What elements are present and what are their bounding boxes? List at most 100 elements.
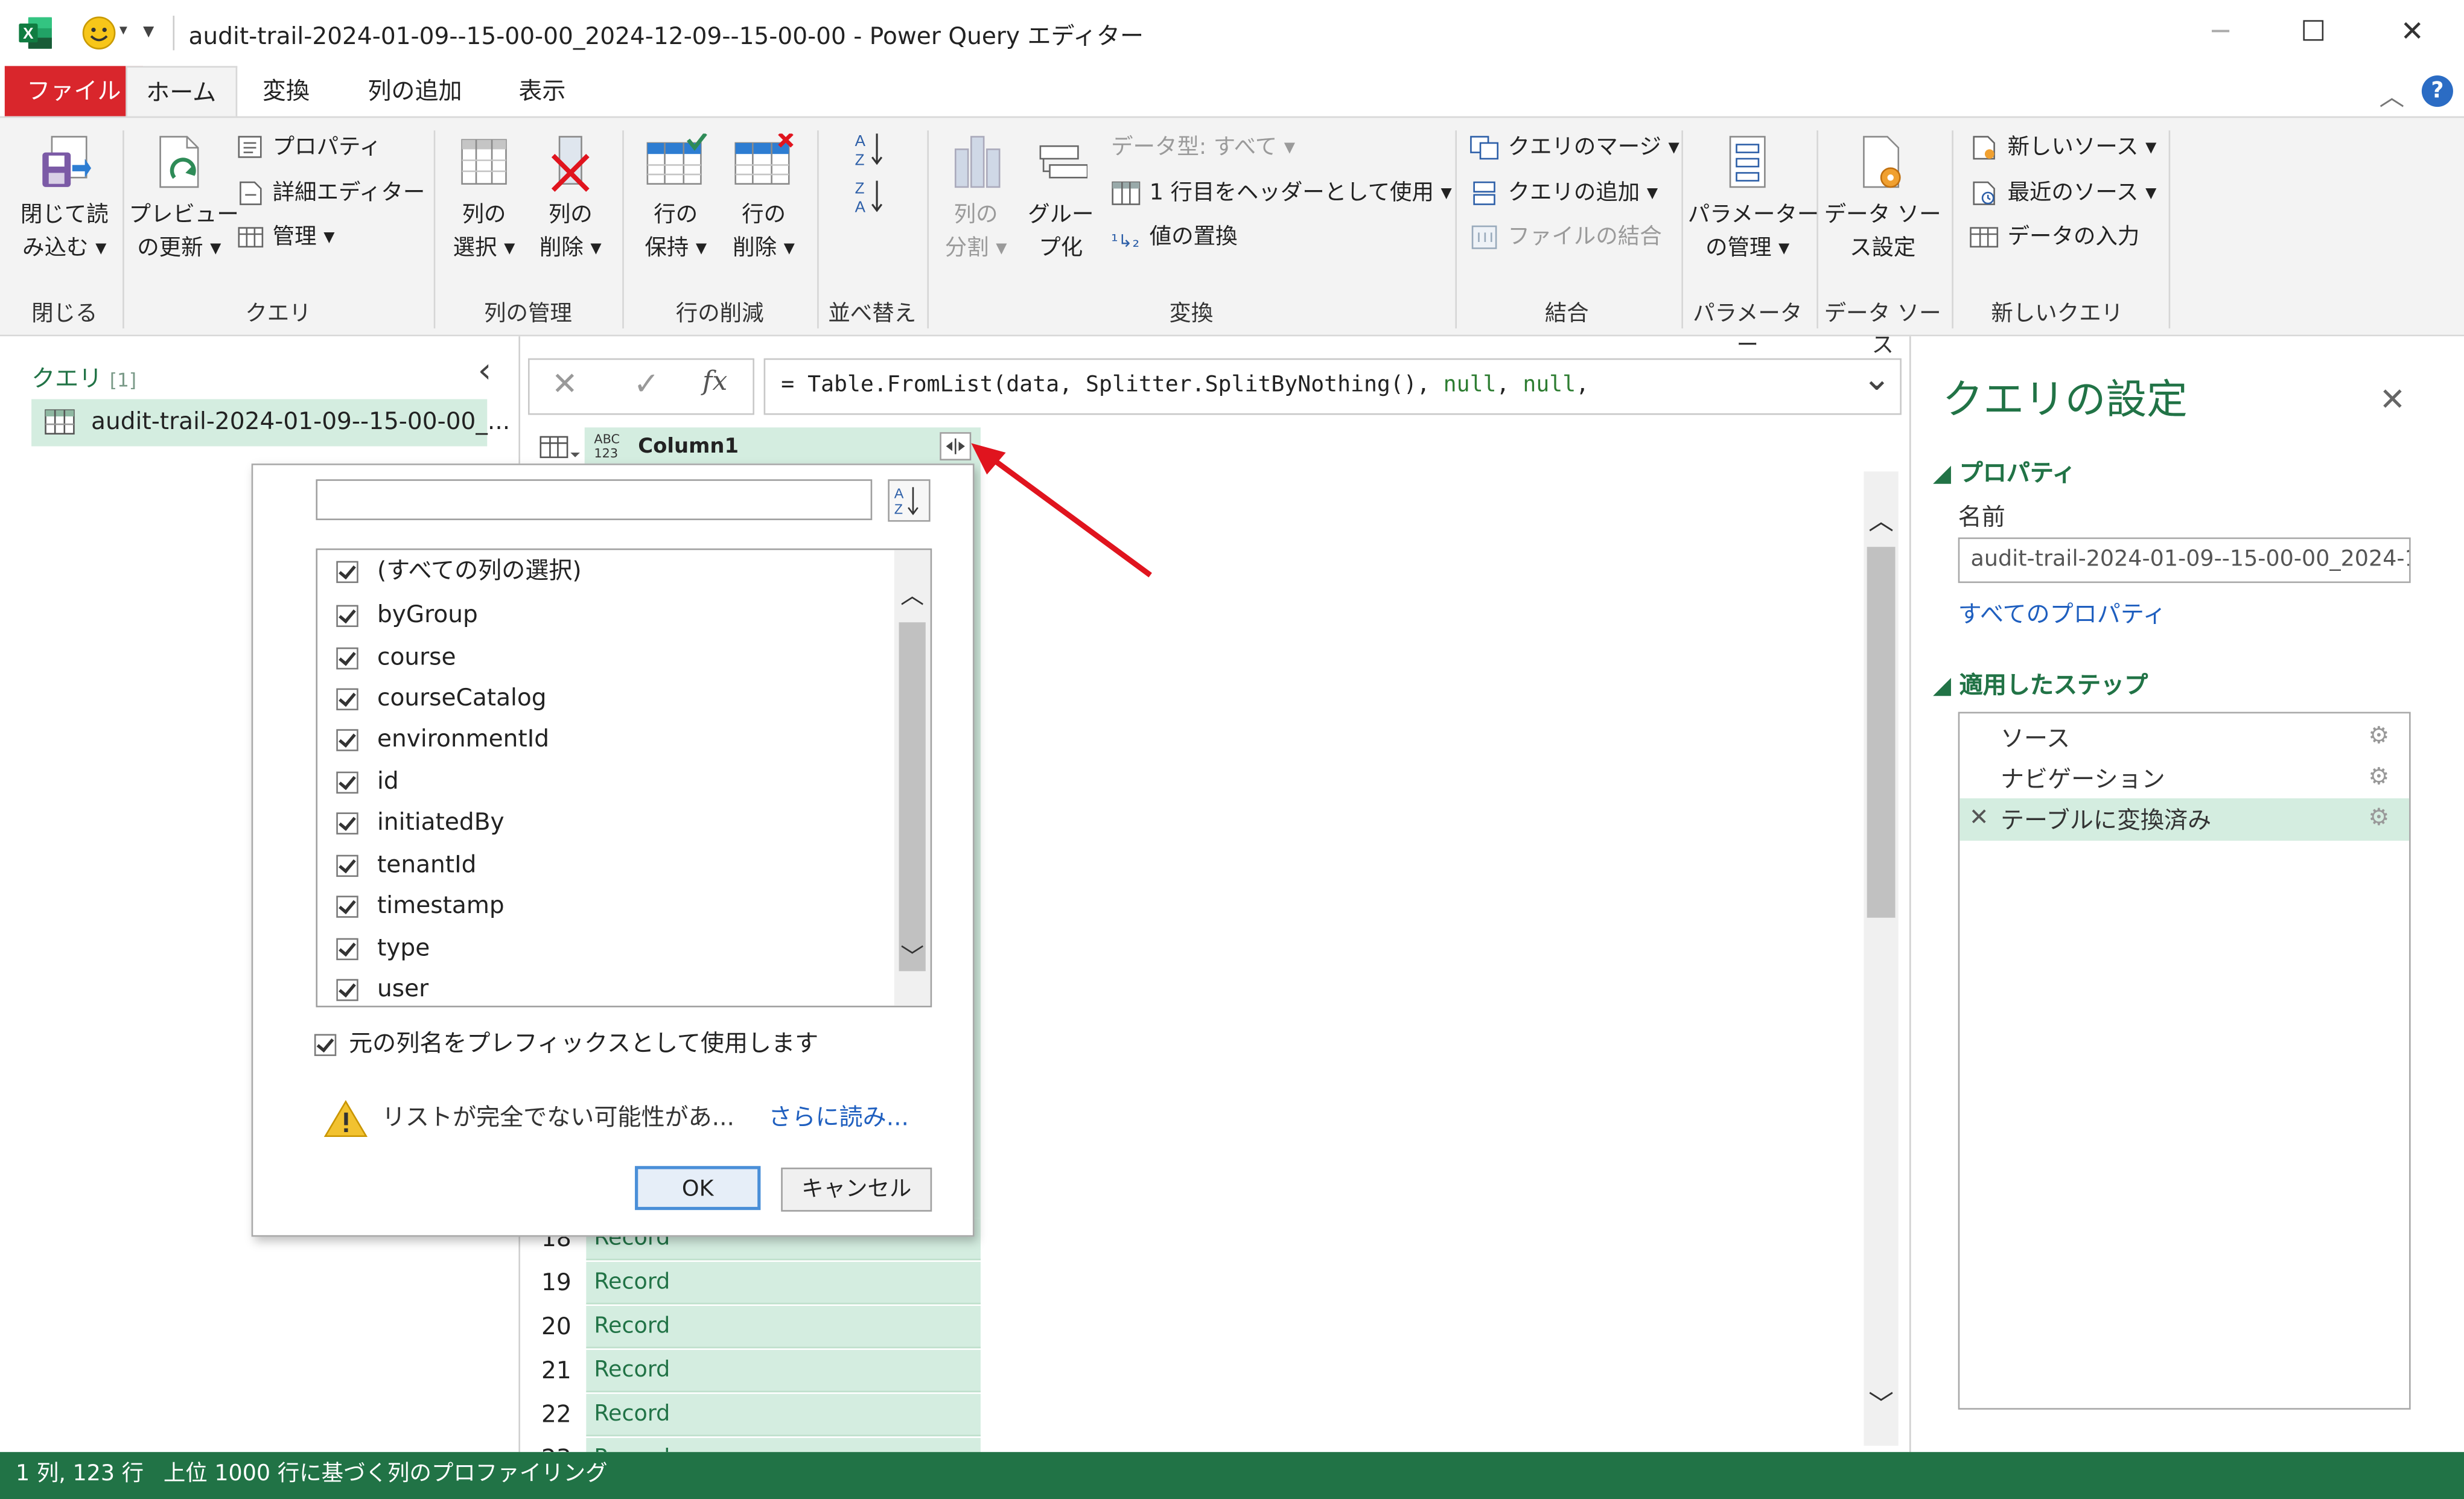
manage-parameters-button[interactable]: パラメーター の管理 ▾ <box>1688 133 1819 266</box>
help-icon[interactable]: ? <box>2421 75 2453 107</box>
keep-rows-button[interactable]: 行の 保持 ▾ <box>635 132 716 266</box>
step-settings-gear-icon[interactable]: ⚙ <box>2368 762 2389 791</box>
step-settings-gear-icon[interactable]: ⚙ <box>2368 803 2389 832</box>
status-profiling[interactable]: 上位 1000 行に基づく列のプロファイリング <box>164 1452 608 1496</box>
group-label-new-query: 新しいクエリ <box>1991 301 2124 327</box>
select-all-columns-checkbox[interactable]: (すべての列の選択) <box>336 550 582 591</box>
column-checkbox-type[interactable]: type <box>336 927 430 968</box>
scroll-down-icon[interactable]: ﹀ <box>1868 1383 1894 1421</box>
remove-columns-button[interactable]: 列の 削除 ▾ <box>531 133 610 266</box>
column-checkbox-bygroup[interactable]: byGroup <box>336 594 478 635</box>
step-item-navigation[interactable]: ナビゲーション ⚙ <box>1959 757 2409 798</box>
close-settings-button[interactable]: ✕ <box>2380 380 2406 418</box>
use-first-row-as-headers-button[interactable]: 1 行目をヘッダーとして使用 ▾ <box>1111 176 1452 211</box>
properties-section-header[interactable]: ◢ プロパティ <box>1933 456 2076 489</box>
list-scroll-thumb[interactable] <box>899 622 926 972</box>
data-source-settings-button[interactable]: データ ソー ス設定 <box>1823 133 1943 266</box>
merge-queries-button[interactable]: クエリのマージ ▾ <box>1469 130 1679 165</box>
all-properties-link[interactable]: すべてのプロパティ <box>1958 597 2166 631</box>
query-list-item[interactable]: audit-trail-2024-01-09--15-00-00_... <box>31 399 510 447</box>
record-link[interactable]: Record <box>586 1349 981 1393</box>
maximize-button[interactable]: ☐ <box>2282 13 2345 54</box>
column-list-scrollbar[interactable]: ︿ ﹀ <box>894 550 931 1006</box>
advanced-editor-button[interactable]: 詳細エディター <box>237 176 425 211</box>
applied-steps-header[interactable]: ◢ 適用したステップ <box>1933 668 2148 701</box>
load-more-link[interactable]: さらに読み... <box>768 1100 909 1133</box>
formula-bar[interactable]: = Table.FromList(data, Splitter.SplitByN… <box>763 358 1902 415</box>
new-source-button[interactable]: 新しいソース ▾ <box>1969 130 2156 165</box>
record-link[interactable]: Record <box>586 1437 981 1453</box>
formula-commit-button[interactable]: ✓ <box>633 364 660 402</box>
table-row[interactable]: 20 Record <box>527 1305 981 1349</box>
sort-descending-button[interactable]: Z A <box>855 177 887 216</box>
column1-header[interactable]: ABC 123 Column1 <box>584 427 981 469</box>
sort-columns-button[interactable]: AZ <box>888 479 931 522</box>
use-prefix-checkbox[interactable]: 元の列名をプレフィックスとして使用します <box>314 1023 818 1064</box>
manage-button[interactable]: 管理 ▾ <box>237 220 335 255</box>
svg-text:Z: Z <box>855 179 865 197</box>
table-menu-button[interactable] <box>527 427 585 469</box>
column-checkbox-coursecatalog[interactable]: courseCatalog <box>336 677 547 718</box>
expand-formula-bar-icon[interactable]: ⌄ <box>1862 360 1891 399</box>
smiley-dropdown-icon[interactable]: ▾ <box>119 22 127 39</box>
tab-file[interactable]: ファイル <box>4 66 144 116</box>
column-type-icon[interactable]: ABC 123 <box>594 432 620 460</box>
qat-customize-dropdown[interactable]: ▾ <box>143 19 154 44</box>
list-scroll-down-icon[interactable]: ﹀ <box>900 940 924 973</box>
grid-scrollbar[interactable]: ︿ ﹀ <box>1864 471 1899 1446</box>
close-and-load-button[interactable]: 閉じて読 み込む ▾ <box>13 133 116 266</box>
table-row[interactable]: 21 Record <box>527 1349 981 1393</box>
record-link[interactable]: Record <box>586 1305 981 1349</box>
formula-cancel-button[interactable]: ✕ <box>552 364 578 402</box>
record-link[interactable]: Record <box>586 1262 981 1305</box>
step-settings-gear-icon[interactable]: ⚙ <box>2368 721 2389 750</box>
tab-transform[interactable]: 変換 <box>244 66 329 116</box>
collapse-queries-pane-button[interactable]: ‹ <box>478 352 492 391</box>
tab-home[interactable]: ホーム <box>126 66 237 118</box>
list-scroll-up-icon[interactable]: ︿ <box>900 578 924 611</box>
table-row[interactable]: 22 Record <box>527 1393 981 1437</box>
ok-button[interactable]: OK <box>635 1166 761 1211</box>
collapse-ribbon-icon[interactable]: ︿ <box>2380 75 2405 113</box>
remove-rows-button[interactable]: 行の 削除 ▾ <box>723 132 804 266</box>
tab-view[interactable]: 表示 <box>500 66 585 116</box>
column-checkbox-id[interactable]: id <box>336 760 399 801</box>
table-row[interactable]: 19 Record <box>527 1262 981 1305</box>
column-checkbox-initiatedby[interactable]: initiatedBy <box>336 801 505 842</box>
query-name-field[interactable]: audit-trail-2024-01-09--15-00-00_2024-12… <box>1958 537 2411 584</box>
combine-files-button[interactable]: ファイルの結合 <box>1469 220 1662 255</box>
ribbon-separator <box>927 130 929 329</box>
query-item-name: audit-trail-2024-01-09--15-00-00_... <box>91 407 511 436</box>
replace-values-button[interactable]: ¹↳₂ 値の置換 <box>1111 220 1238 255</box>
column-checkbox-user[interactable]: user <box>336 968 428 1002</box>
smiley-feedback-icon[interactable] <box>81 16 116 50</box>
table-menu-icon <box>540 436 580 459</box>
column-checkbox-environmentid[interactable]: environmentId <box>336 718 549 759</box>
group-by-button[interactable]: グルー プ化 <box>1022 133 1100 266</box>
table-row[interactable]: 23 Record <box>527 1437 981 1453</box>
close-window-button[interactable]: ✕ <box>2381 13 2443 54</box>
step-item-converted-to-table[interactable]: ✕ テーブルに変換済み ⚙ <box>1959 798 2410 841</box>
column-search-input[interactable] <box>316 479 873 520</box>
sort-ascending-button[interactable]: A Z <box>855 130 887 168</box>
enter-data-button[interactable]: データの入力 <box>1969 220 2139 255</box>
column-checkbox-tenantid[interactable]: tenantId <box>336 844 476 885</box>
minimize-button[interactable]: ─ <box>2189 13 2252 54</box>
cancel-button[interactable]: キャンセル <box>781 1167 932 1212</box>
column-checkbox-course[interactable]: course <box>336 637 456 678</box>
recent-sources-button[interactable]: 最近のソース ▾ <box>1969 176 2156 211</box>
split-column-button[interactable]: 列の 分割 ▾ <box>937 133 1015 266</box>
fx-button[interactable]: fx <box>702 366 727 398</box>
column-checkbox-timestamp[interactable]: timestamp <box>336 885 505 926</box>
refresh-preview-button[interactable]: プレビュー の更新 ▾ <box>129 133 239 266</box>
delete-step-icon[interactable]: ✕ <box>1969 803 1989 832</box>
tab-add-column[interactable]: 列の追加 <box>349 66 481 116</box>
scroll-thumb[interactable] <box>1867 547 1896 918</box>
choose-columns-button[interactable]: 列の 選択 ▾ <box>445 133 523 266</box>
scroll-up-icon[interactable]: ︿ <box>1868 500 1894 537</box>
properties-button[interactable]: プロパティ <box>237 130 381 165</box>
record-link[interactable]: Record <box>586 1393 981 1437</box>
append-queries-button[interactable]: クエリの追加 ▾ <box>1469 176 1658 211</box>
data-type-dropdown[interactable]: データ型: すべて ▾ <box>1111 130 1295 165</box>
step-item-source[interactable]: ソース ⚙ <box>1959 716 2409 757</box>
